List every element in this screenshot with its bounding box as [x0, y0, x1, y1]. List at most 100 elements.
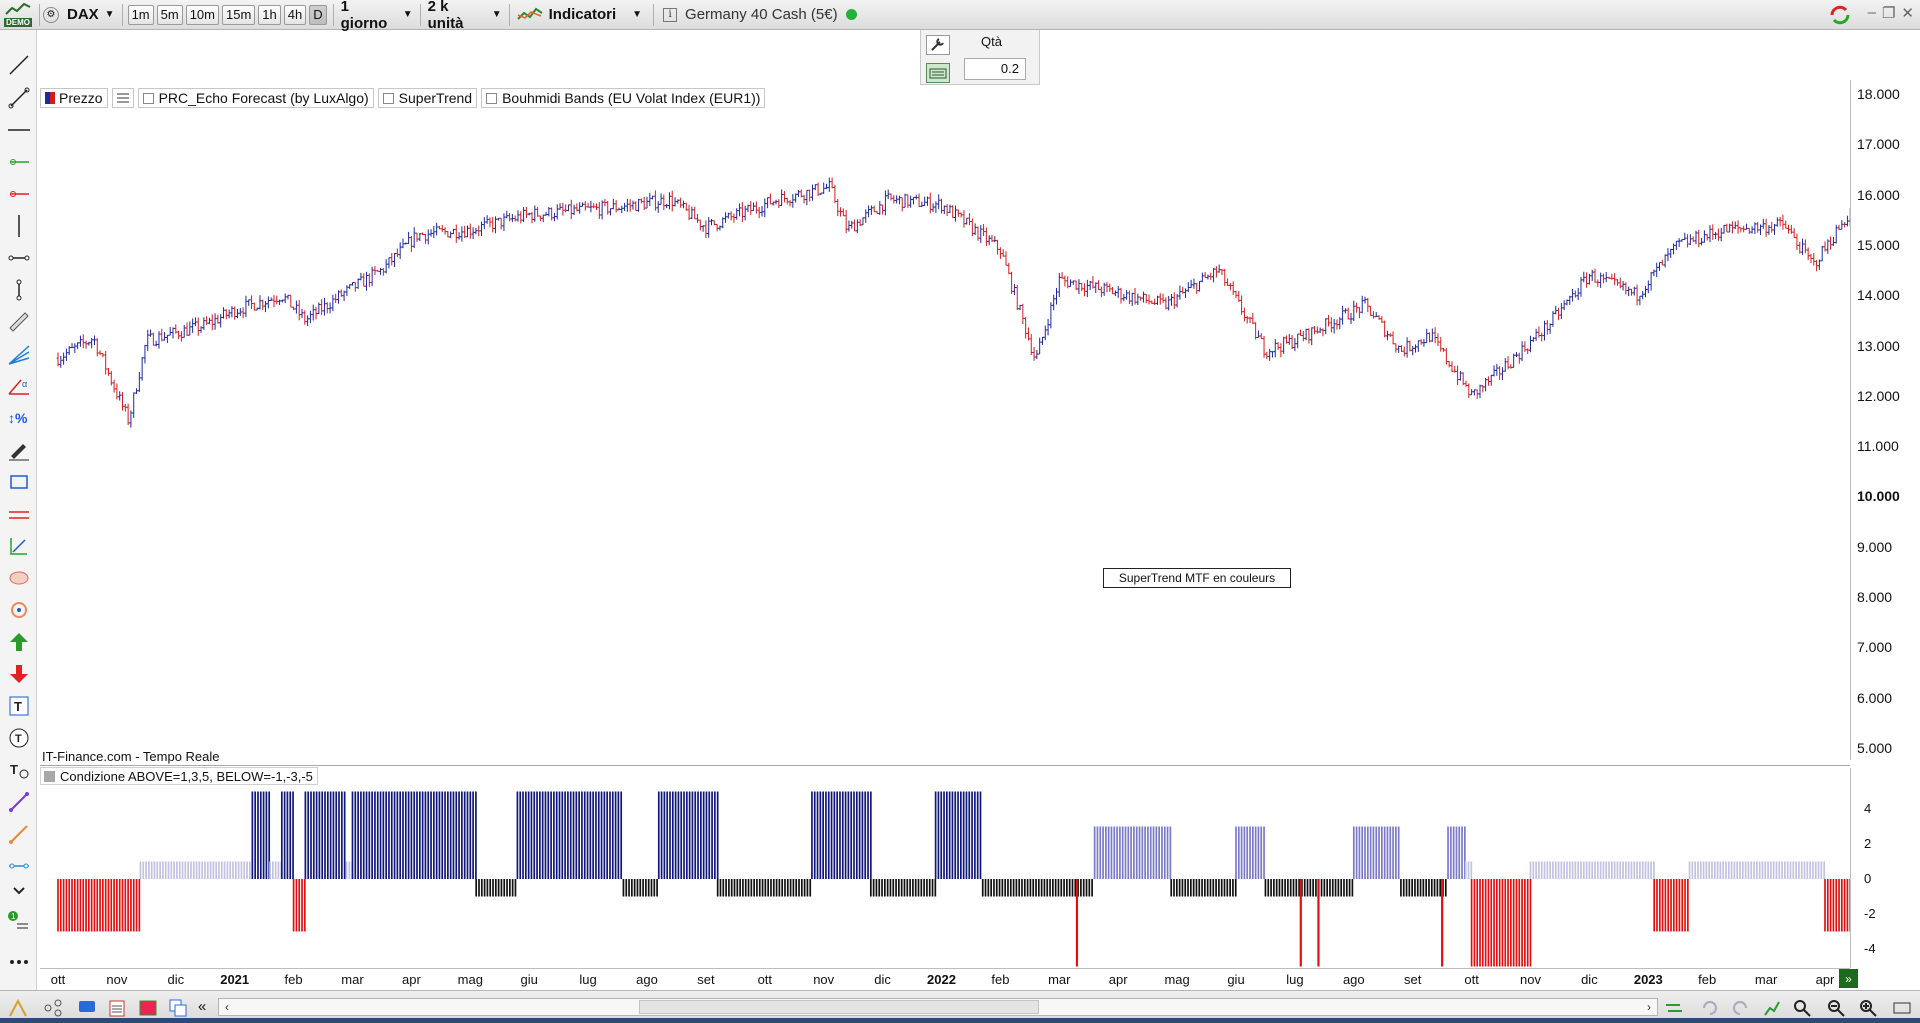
zoom-in-icon[interactable]	[1858, 998, 1878, 1018]
chart-style-icon[interactable]	[8, 998, 28, 1018]
text-settings-icon[interactable]: T	[7, 758, 31, 782]
channel-tool-icon[interactable]	[7, 502, 31, 526]
percent-tool-icon[interactable]: ↕%	[7, 406, 31, 430]
time-tick-label: apr	[401, 972, 421, 987]
sync-charts-icon[interactable]	[1664, 998, 1684, 1018]
time-tick-label: dic	[1581, 972, 1598, 987]
more-tools-chevron-icon[interactable]	[7, 878, 31, 902]
indicator-axis: 4 2 0 -2 -4	[1850, 768, 1920, 968]
horizontal-segment-icon[interactable]	[7, 246, 31, 270]
quantity-input[interactable]: 0.2	[964, 58, 1026, 80]
horizontal-scrollbar[interactable]: ‹ ›	[218, 998, 1658, 1016]
checkbox-icon[interactable]	[142, 92, 154, 104]
price-chart[interactable]	[40, 80, 1850, 760]
text-tool-icon[interactable]: T	[7, 694, 31, 718]
undo-icon[interactable]	[1700, 998, 1720, 1018]
down-arrow-icon[interactable]	[7, 662, 31, 686]
pencil-icon[interactable]	[7, 438, 31, 462]
indicator-label[interactable]: Condizione ABOVE=1,3,5, BELOW=-1,-3,-5	[40, 767, 318, 785]
vertical-segment-icon[interactable]	[7, 278, 31, 302]
keyboard-shortcut-icon[interactable]	[1892, 998, 1912, 1018]
time-tick-label: mag	[1164, 972, 1190, 987]
collapse-left-icon[interactable]: «	[198, 998, 206, 1015]
time-tick-label: set	[697, 972, 715, 987]
timeframe-15m-button[interactable]: 15m	[222, 4, 256, 25]
vertical-line-icon[interactable]	[7, 214, 31, 238]
minimize-icon[interactable]: ‒	[1868, 4, 1876, 22]
info-icon[interactable]: i	[663, 7, 678, 22]
svg-text:T: T	[10, 762, 18, 777]
time-tick-label: set	[1404, 972, 1422, 987]
angle-tool-icon[interactable]: α	[7, 374, 31, 398]
timeframe-10m-button[interactable]: 10m	[185, 4, 219, 25]
supertrend-label[interactable]: SuperTrend MTF en couleurs	[1103, 568, 1291, 588]
timeframe-5m-button[interactable]: 5m	[156, 4, 183, 25]
timeframe-1h-button[interactable]: 1h	[258, 4, 281, 25]
restore-icon[interactable]: ❐	[1882, 4, 1895, 22]
timeframe-d-button[interactable]: D	[309, 4, 327, 25]
windows-icon[interactable]	[168, 998, 188, 1018]
period-dropdown[interactable]: 1 giorno ▼	[337, 0, 417, 32]
zoom-fit-icon[interactable]	[1792, 998, 1812, 1018]
ruler-icon[interactable]	[7, 310, 31, 334]
zoom-out-icon[interactable]	[1826, 998, 1846, 1018]
units-dropdown[interactable]: 2 k unità ▼	[424, 0, 506, 32]
share-icon[interactable]	[43, 998, 63, 1018]
close-icon[interactable]: ✕	[1901, 4, 1914, 22]
up-arrow-icon[interactable]	[7, 630, 31, 654]
circle-tool-icon[interactable]	[7, 598, 31, 622]
redo-icon[interactable]	[1730, 998, 1750, 1018]
price-tick-label: 5.000	[1857, 739, 1893, 756]
checkbox-icon[interactable]	[486, 92, 498, 104]
time-tick-label: ago	[1342, 972, 1365, 987]
price-axis[interactable]: 18.000 17.000 16.000 15.000 14.000 13.000 12.0…	[1850, 80, 1920, 760]
more-dots-icon[interactable]	[7, 950, 31, 974]
sync-icon[interactable]	[1828, 3, 1852, 27]
rectangle-tool-icon[interactable]	[7, 470, 31, 494]
curve-tool-icon[interactable]	[7, 790, 31, 814]
scroll-to-end-button[interactable]: »	[1839, 969, 1858, 988]
green-level-icon[interactable]	[7, 150, 31, 174]
chevron-down-icon: ▼	[402, 9, 413, 20]
autoscale-icon[interactable]	[1762, 998, 1782, 1018]
segment-tool-icon[interactable]	[7, 86, 31, 110]
calendar-icon[interactable]	[107, 998, 127, 1018]
red-level-icon[interactable]	[7, 182, 31, 206]
time-tick-label: nov	[106, 972, 128, 987]
horizontal-line-icon[interactable]	[7, 118, 31, 142]
measure-tool-icon[interactable]	[7, 534, 31, 558]
checkbox-icon[interactable]	[382, 92, 394, 104]
scroll-right-icon[interactable]: ›	[1641, 999, 1657, 1015]
ellipse-tool-icon[interactable]	[7, 566, 31, 590]
indicators-button[interactable]: Indicatori	[513, 2, 621, 28]
timeframe-1m-button[interactable]: 1m	[127, 4, 154, 25]
panel-divider[interactable]	[40, 765, 1850, 766]
timeframe-4h-button[interactable]: 4h	[283, 4, 307, 25]
brush-tool-icon[interactable]	[7, 822, 31, 846]
time-axis[interactable]: ott nov dic 2021 feb mar apr mag giu lug ago set ott…	[40, 968, 1850, 990]
horizontal-ray-icon[interactable]	[7, 854, 31, 878]
legend-bouhmidi-bands[interactable]: Bouhmidi Bands (EU Volat Index (EUR1))	[481, 88, 766, 108]
line-tool-icon[interactable]	[7, 53, 31, 77]
price-tick-label: 7.000	[1857, 639, 1893, 656]
fan-tool-icon[interactable]	[7, 342, 31, 366]
condition-indicator-chart[interactable]	[40, 768, 1850, 968]
scroll-left-icon[interactable]: ‹	[219, 999, 235, 1015]
legend-echo-forecast[interactable]: PRC_Echo Forecast (by LuxAlgo)	[137, 88, 374, 108]
scrollbar-thumb[interactable]	[639, 1000, 1039, 1014]
alert-list-icon[interactable]: 1	[7, 910, 31, 934]
wrench-icon[interactable]	[926, 35, 950, 55]
chat-icon[interactable]	[77, 998, 97, 1018]
indicators-chevron-icon[interactable]: ▼	[632, 9, 642, 20]
table-icon[interactable]	[138, 998, 158, 1018]
text-bubble-icon[interactable]: T	[7, 726, 31, 750]
settings-icon[interactable]: ⚙	[43, 6, 59, 23]
svg-text:α: α	[22, 379, 27, 389]
legend-list-button[interactable]	[111, 88, 134, 108]
instrument-dropdown[interactable]: DAX ▼	[63, 2, 119, 28]
legend-supertrend[interactable]: SuperTrend	[377, 88, 478, 108]
list-icon	[116, 93, 129, 103]
indicator-tick-label: -4	[1864, 941, 1876, 956]
time-tick-label: feb	[284, 972, 303, 987]
legend-price[interactable]: Prezzo	[40, 88, 108, 108]
